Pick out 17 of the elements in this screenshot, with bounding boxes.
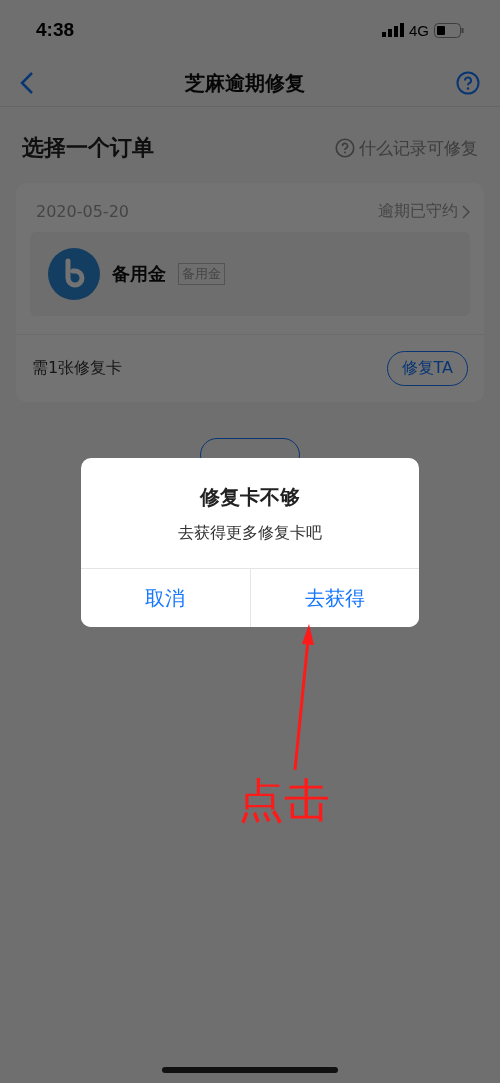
signal-icon bbox=[382, 23, 404, 37]
dialog-title: 修复卡不够 bbox=[199, 484, 301, 511]
product-name: 备用金 bbox=[112, 262, 166, 286]
section-title: 选择一个订单 bbox=[22, 134, 154, 162]
product-logo-icon bbox=[48, 248, 100, 300]
battery-icon bbox=[434, 22, 464, 38]
annotation-text: 点击 bbox=[238, 772, 330, 829]
page-title: 芝麻逾期修复 bbox=[185, 69, 305, 97]
help-icon[interactable] bbox=[456, 71, 480, 95]
dialog-button[interactable]: 去获得 bbox=[249, 569, 419, 627]
card-requirement: 需1张修复卡 bbox=[32, 358, 123, 379]
chevron-icon bbox=[462, 204, 470, 219]
network-label: 4G bbox=[409, 21, 429, 39]
status-time: 4:38 bbox=[36, 19, 75, 41]
back-icon[interactable] bbox=[20, 71, 34, 95]
help-icon bbox=[335, 138, 355, 158]
dialog-message: 去获得更多修复卡吧 bbox=[177, 522, 323, 544]
